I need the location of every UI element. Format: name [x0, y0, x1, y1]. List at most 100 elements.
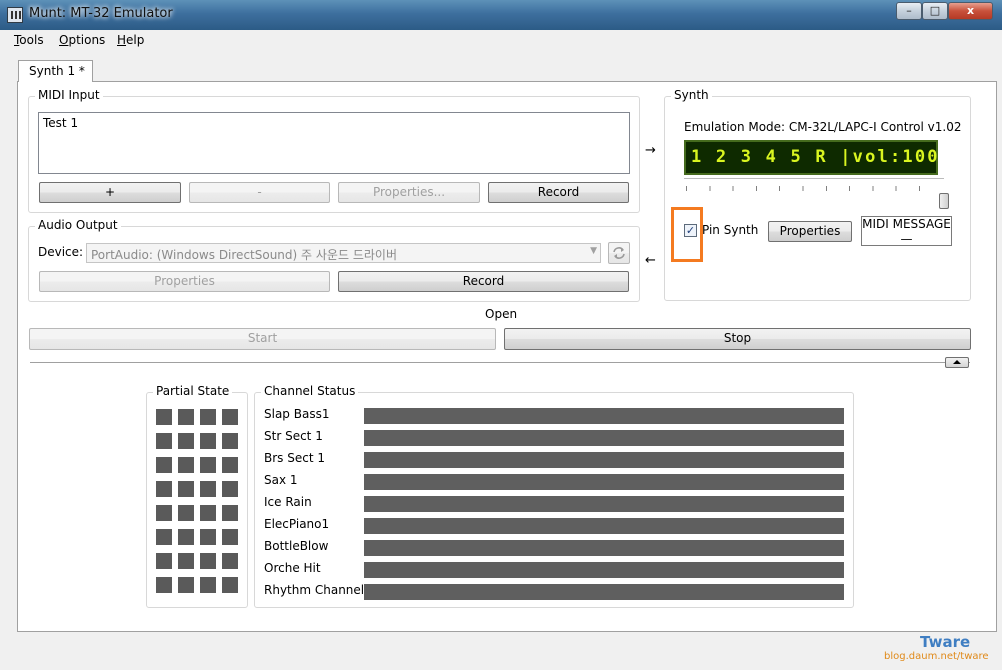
partial-cell: [200, 481, 216, 497]
channel-activity-bar: [364, 518, 844, 534]
menu-bar: Tools Options Help: [0, 30, 1002, 53]
volume-slider-ticks: [686, 186, 942, 191]
partial-cell: [222, 457, 238, 473]
channel-name: Rhythm Channel: [264, 583, 365, 597]
synth-properties-button[interactable]: Properties: [768, 221, 852, 242]
volume-slider-thumb[interactable]: [939, 193, 949, 209]
menu-help-mnemonic: H: [117, 33, 127, 47]
channel-name: Orche Hit: [264, 561, 321, 575]
menu-tools[interactable]: Tools: [14, 33, 44, 47]
partial-cell: [156, 553, 172, 569]
partial-cell: [200, 505, 216, 521]
chevron-down-icon: ▼: [590, 246, 597, 256]
menu-options-label: ptions: [68, 33, 106, 47]
menu-options[interactable]: Options: [59, 33, 105, 47]
refresh-devices-button[interactable]: [608, 242, 630, 264]
watermark-url: blog.daum.net/tware: [884, 651, 989, 662]
channel-name: Brs Sect 1: [264, 451, 325, 465]
partial-cell: [178, 457, 194, 473]
audio-device-value: PortAudio: (Windows DirectSound) 주 사운드 드…: [91, 248, 397, 262]
menu-tools-label: ools: [19, 33, 44, 47]
channel-name: Str Sect 1: [264, 429, 323, 443]
separator: [30, 362, 970, 364]
partial-cell: [178, 433, 194, 449]
partial-cell: [178, 481, 194, 497]
channel-name: ElecPiano1: [264, 517, 330, 531]
audio-record-button[interactable]: Record: [338, 271, 629, 292]
device-label: Device:: [38, 245, 84, 259]
partial-cell: [178, 553, 194, 569]
app-window: Munt: MT-32 Emulator – □ x Tools Options…: [0, 0, 1002, 670]
partial-cell: [222, 433, 238, 449]
midi-record-button[interactable]: Record: [488, 182, 629, 203]
partial-cell: [156, 505, 172, 521]
audio-output-label: Audio Output: [35, 218, 121, 232]
synth-label: Synth: [671, 88, 712, 102]
channel-status-label: Channel Status: [261, 384, 359, 398]
menu-help[interactable]: Help: [117, 33, 144, 47]
partial-cell: [200, 529, 216, 545]
partial-cell: [222, 505, 238, 521]
partial-state-label: Partial State: [153, 384, 233, 398]
left-arrow-icon: ←: [645, 253, 656, 268]
channel-activity-bar: [364, 408, 844, 424]
midi-input-list[interactable]: Test 1: [38, 112, 630, 174]
list-item[interactable]: Test 1: [43, 116, 625, 130]
midi-message-display: MIDI MESSAGE —: [861, 216, 952, 246]
audio-properties-button[interactable]: Properties: [39, 271, 330, 292]
partial-cell: [178, 577, 194, 593]
add-midi-port-button[interactable]: +: [39, 182, 181, 203]
partial-cell: [222, 529, 238, 545]
channel-activity-bar: [364, 496, 844, 512]
pin-synth-label[interactable]: Pin Synth: [702, 223, 758, 237]
volume-slider-track[interactable]: [684, 178, 944, 180]
collapse-button[interactable]: [945, 357, 969, 368]
partial-cell: [200, 433, 216, 449]
partial-cell: [222, 577, 238, 593]
synth-status-text: Open: [485, 307, 518, 321]
remove-midi-port-button[interactable]: -: [189, 182, 330, 203]
channel-activity-bar: [364, 430, 844, 446]
start-button[interactable]: Start: [29, 328, 496, 350]
partial-cell: [200, 553, 216, 569]
title-bar[interactable]: Munt: MT-32 Emulator – □ x: [0, 0, 1002, 30]
partial-cell: [156, 457, 172, 473]
partial-cell: [156, 529, 172, 545]
watermark-brand: Tware: [920, 633, 971, 651]
partial-cell: [156, 481, 172, 497]
partial-cell: [222, 409, 238, 425]
partial-cell: [178, 505, 194, 521]
channel-name: BottleBlow: [264, 539, 329, 553]
partial-cell: [222, 481, 238, 497]
channel-activity-bar: [364, 474, 844, 490]
close-button[interactable]: x: [948, 2, 993, 20]
channel-activity-bar: [364, 540, 844, 556]
channel-name: Ice Rain: [264, 495, 312, 509]
tab-synth-1[interactable]: Synth 1 *: [18, 60, 93, 82]
channel-activity-bar: [364, 562, 844, 578]
midi-properties-button[interactable]: Properties...: [338, 182, 480, 203]
pin-synth-checkbox[interactable]: ✓: [684, 224, 697, 237]
partial-cell: [200, 577, 216, 593]
emulation-mode: Emulation Mode: CM-32L/LAPC-I Control v1…: [684, 120, 962, 134]
partial-cell: [222, 553, 238, 569]
audio-device-select[interactable]: PortAudio: (Windows DirectSound) 주 사운드 드…: [86, 243, 601, 263]
channel-name: Slap Bass1: [264, 407, 330, 421]
channel-activity-bar: [364, 452, 844, 468]
right-arrow-icon: →: [645, 143, 656, 158]
maximize-button[interactable]: □: [922, 2, 948, 20]
partial-cell: [178, 529, 194, 545]
partial-cell: [156, 409, 172, 425]
partial-cell: [156, 433, 172, 449]
stop-button[interactable]: Stop: [504, 328, 971, 350]
partial-cell: [156, 577, 172, 593]
partial-cell: [200, 457, 216, 473]
refresh-icon: [613, 247, 625, 259]
minimize-button[interactable]: –: [896, 2, 922, 20]
lcd-display: 1 2 3 4 5 R |vol:100: [684, 140, 938, 175]
midi-input-label: MIDI Input: [35, 88, 103, 102]
menu-help-label: elp: [126, 33, 145, 47]
partial-cell: [200, 409, 216, 425]
app-icon: [7, 7, 23, 23]
partial-cell: [178, 409, 194, 425]
